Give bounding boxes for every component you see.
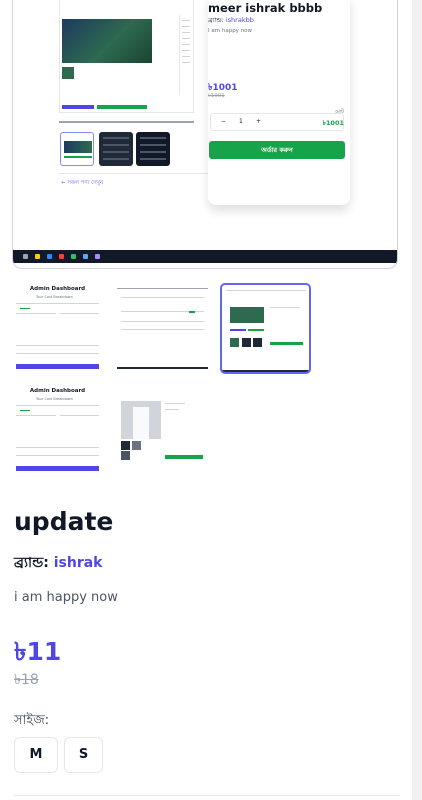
gallery-thumb-4[interactable]: Admin Dashboard Tour Cost Breakdown bbox=[12, 385, 103, 476]
bottom-divider bbox=[14, 795, 400, 796]
image-description: I am happy now bbox=[208, 28, 253, 34]
thumb-admin-title: Admin Dashboard bbox=[29, 286, 86, 292]
image-total-value: ৳1001 bbox=[322, 119, 344, 127]
image-qty-minus: − bbox=[221, 118, 227, 125]
image-thumb-1 bbox=[60, 132, 94, 166]
size-button-s[interactable]: S bbox=[64, 737, 103, 773]
thumb-subtitle: Tour Cost Breakdown bbox=[36, 295, 73, 299]
size-button-m[interactable]: M bbox=[14, 737, 58, 773]
image-order-button: অর্ডার করুন bbox=[209, 141, 345, 159]
brand-link[interactable]: ishrak bbox=[54, 555, 103, 571]
image-old-price: ৳1001 bbox=[208, 93, 225, 99]
product-description: i am happy now bbox=[14, 590, 118, 605]
image-product-title: meer ishrak bbbb bbox=[208, 1, 323, 15]
image-qty-value: 1 bbox=[239, 118, 243, 125]
brand-label: ব্র্যান্ড: bbox=[14, 555, 54, 571]
size-label: সাইজ: bbox=[14, 713, 50, 728]
phone-photo bbox=[62, 19, 152, 63]
image-thumb-2 bbox=[99, 132, 133, 166]
image-left-panel bbox=[59, 0, 194, 125]
product-title: update bbox=[14, 507, 114, 536]
thumb-subtitle: Tour Cost Breakdown bbox=[36, 397, 73, 401]
page-scrollbar[interactable] bbox=[412, 0, 422, 800]
gallery-thumb-5[interactable] bbox=[117, 385, 208, 476]
image-brand-value: ishrakbb bbox=[225, 16, 254, 24]
image-underline bbox=[59, 121, 194, 123]
image-green-bar bbox=[97, 105, 147, 109]
image-total-label: মোট bbox=[335, 109, 344, 115]
image-brand: ব্র্যান্ড: ishrakbb bbox=[208, 15, 254, 26]
image-taskbar bbox=[13, 250, 397, 263]
image-sidebar bbox=[179, 15, 191, 95]
product-page: ← সকল পণ্য দেখুন meer ishrak bbbb ব্র্যা… bbox=[0, 0, 412, 800]
image-detail-card: meer ishrak bbbb ব্র্যান্ড: ishrakbb I a… bbox=[208, 0, 350, 205]
gallery-thumb-2[interactable] bbox=[117, 283, 208, 374]
image-mini-thumb bbox=[62, 67, 74, 79]
thumb-admin-title: Admin Dashboard bbox=[29, 388, 86, 394]
image-qty-plus: + bbox=[256, 118, 262, 125]
image-thumb-3 bbox=[136, 132, 170, 166]
gallery-thumb-1[interactable]: Admin Dashboard Tour Cost Breakdown bbox=[12, 283, 103, 374]
main-product-image[interactable]: ← সকল পণ্য দেখুন meer ishrak bbbb ব্র্যা… bbox=[12, 0, 398, 269]
gallery-thumb-3[interactable] bbox=[220, 283, 311, 374]
brand-row: ব্র্যান্ড: ishrak bbox=[14, 551, 103, 575]
image-back-link: ← সকল পণ্য দেখুন bbox=[61, 180, 104, 186]
old-price: ৳18 bbox=[14, 672, 39, 688]
image-brand-label: ব্র্যান্ড: bbox=[208, 16, 224, 24]
image-blue-bar bbox=[62, 105, 94, 109]
